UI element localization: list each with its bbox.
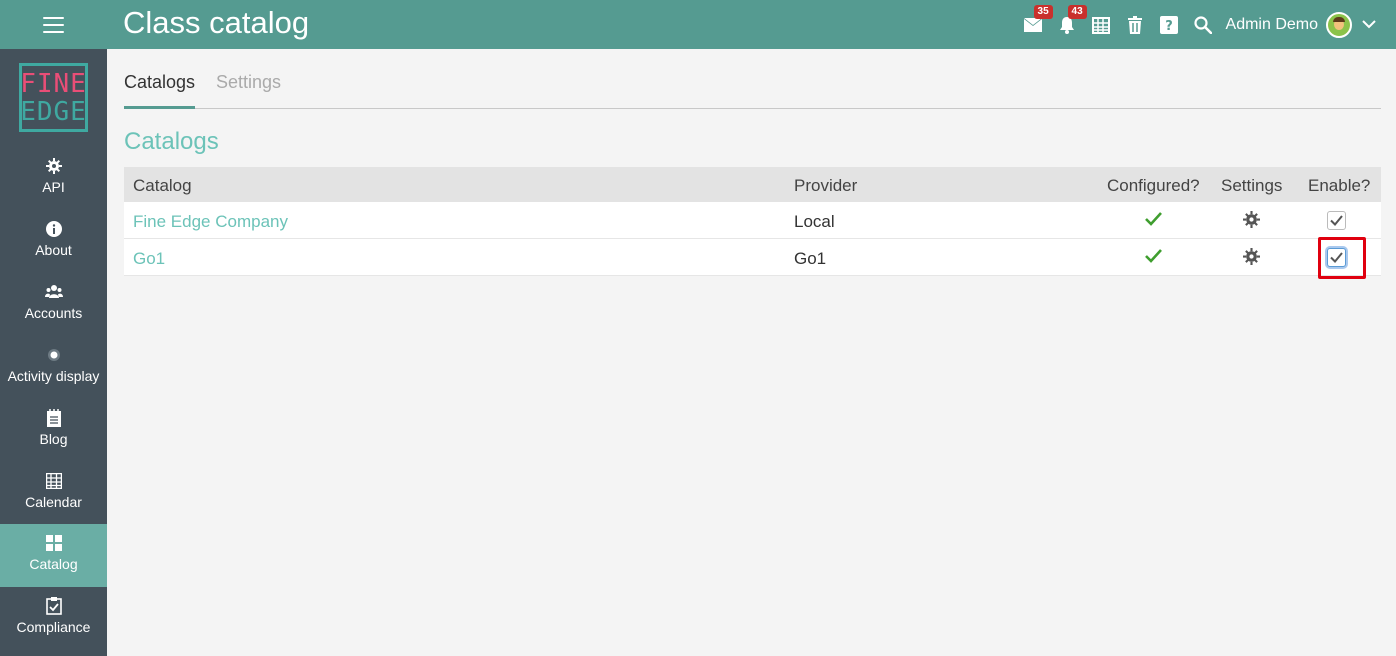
clipboard-check-icon (45, 597, 62, 615)
info-icon (45, 221, 62, 237)
avatar (1326, 11, 1352, 38)
provider-cell: Local (794, 212, 835, 231)
checkmark-icon (1145, 249, 1162, 263)
sidebar-item-label: Blog (39, 431, 68, 447)
table-row: Fine Edge Company Local (124, 202, 1381, 239)
column-header-configured: Configured? (1107, 176, 1200, 195)
checkmark-icon (1145, 212, 1162, 226)
top-bar: Class catalog 35 43 ? Admin Demo (0, 0, 1396, 49)
enable-checkbox[interactable] (1318, 237, 1366, 279)
tab-settings[interactable]: Settings (216, 72, 281, 106)
sidebar: FINE EDGE API About Accounts Activity di… (0, 49, 107, 656)
logo-line-2: EDGE (20, 96, 87, 127)
trash-button[interactable] (1118, 0, 1152, 49)
page-title: Class catalog (123, 5, 310, 40)
checkmark-icon (1330, 215, 1343, 226)
dot-icon (47, 349, 60, 361)
calendar-button[interactable] (1084, 0, 1118, 49)
provider-cell: Go1 (794, 249, 827, 268)
gear-icon[interactable] (1243, 211, 1260, 228)
column-header-catalog[interactable]: Catalog (133, 176, 192, 196)
catalog-name-link[interactable]: Fine Edge Company (133, 212, 288, 232)
logo-line-1: FINE (20, 68, 87, 99)
mail-button[interactable]: 35 (1016, 0, 1053, 49)
chevron-down-icon (1362, 20, 1376, 29)
notebook-icon (46, 409, 61, 427)
sidebar-item-activity-display[interactable]: Activity display (0, 336, 107, 399)
help-button[interactable]: ? (1152, 0, 1186, 49)
trash-icon (1127, 15, 1142, 34)
checkmark-icon (1330, 252, 1343, 263)
hamburger-icon (43, 16, 64, 33)
sidebar-item-compliance[interactable]: Compliance (0, 587, 107, 650)
column-header-settings: Settings (1221, 176, 1283, 195)
calendar-icon (1091, 16, 1110, 34)
sidebar-item-label: Catalog (29, 556, 78, 572)
tab-bar: Catalogs Settings (124, 58, 1381, 109)
gear-icon (45, 158, 62, 174)
section-title: Catalogs (124, 128, 219, 155)
table-row: Go1 Go1 (124, 237, 1381, 279)
calendar-icon (45, 473, 62, 489)
help-icon: ? (1159, 15, 1178, 34)
catalog-name-link[interactable]: Go1 (133, 249, 165, 269)
sidebar-item-label: API (42, 179, 65, 195)
sidebar-item-label: About (35, 242, 72, 258)
column-header-provider[interactable]: Provider (794, 176, 857, 196)
svg-text:?: ? (1165, 19, 1173, 34)
sidebar-item-accounts[interactable]: Accounts (0, 273, 107, 336)
gear-icon[interactable] (1243, 248, 1260, 265)
sidebar-item-label: Calendar (25, 494, 82, 510)
users-icon (44, 285, 63, 298)
column-header-enable: Enable? (1308, 176, 1371, 195)
sidebar-item-calendar[interactable]: Calendar (0, 462, 107, 525)
sidebar-item-about[interactable]: About (0, 210, 107, 273)
enable-checkbox[interactable] (1327, 211, 1346, 230)
table-header: Catalog Provider Configured? Settings En… (124, 167, 1381, 202)
search-icon (1193, 15, 1212, 34)
grid-icon (45, 535, 62, 551)
catalogs-table: Catalog Provider Configured? Settings En… (124, 167, 1381, 279)
sidebar-item-api[interactable]: API (0, 147, 107, 210)
tab-catalogs[interactable]: Catalogs (124, 72, 196, 109)
menu-button[interactable] (0, 0, 107, 49)
user-menu[interactable]: Admin Demo (1225, 11, 1376, 38)
logo[interactable]: FINE EDGE (19, 63, 88, 132)
user-name: Admin Demo (1225, 15, 1318, 33)
notifications-button[interactable]: 43 (1050, 0, 1087, 49)
sidebar-item-label: Compliance (16, 619, 91, 635)
sidebar-item-blog[interactable]: Blog (0, 399, 107, 462)
sidebar-item-label: Activity display (7, 368, 100, 384)
top-icons: 35 43 ? Admin Demo (1016, 0, 1396, 49)
search-button[interactable] (1186, 0, 1220, 49)
sidebar-item-catalog[interactable]: Catalog (0, 524, 107, 587)
sidebar-item-label: Accounts (24, 305, 83, 321)
